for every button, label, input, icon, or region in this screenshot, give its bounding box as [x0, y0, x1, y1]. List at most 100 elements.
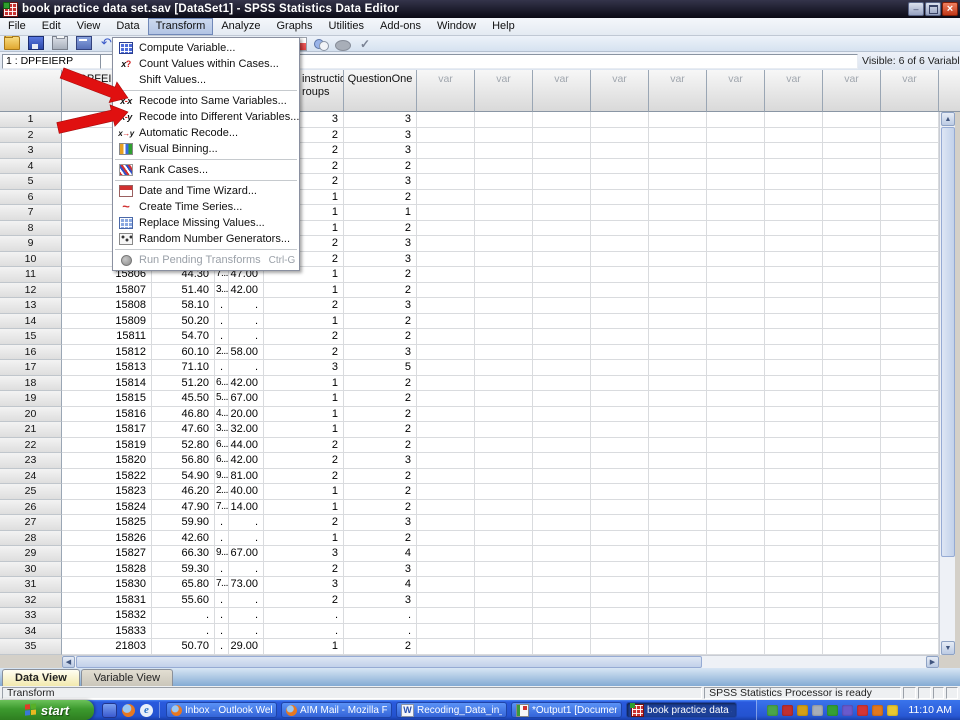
grid-cell[interactable]	[707, 515, 765, 531]
menu-item-recode-into-different-variables[interactable]: x-yRecode into Different Variables...	[113, 109, 299, 125]
grid-cell[interactable]: 1	[264, 376, 344, 392]
grid-cell[interactable]	[475, 283, 533, 299]
grid-cell[interactable]: 15832	[62, 608, 152, 624]
grid-cell[interactable]	[649, 298, 707, 314]
grid-cell[interactable]	[591, 577, 649, 593]
grid-cell[interactable]: 59.30	[152, 562, 215, 578]
grid-cell[interactable]	[881, 531, 939, 547]
grid-cell[interactable]	[649, 174, 707, 190]
grid-cell[interactable]: .	[215, 531, 229, 547]
grid-cell[interactable]	[533, 546, 591, 562]
grid-cell[interactable]	[881, 174, 939, 190]
row-number-cell[interactable]: 23	[0, 453, 62, 469]
grid-cell[interactable]	[765, 422, 823, 438]
grid-cell[interactable]	[707, 329, 765, 345]
grid-cell[interactable]	[649, 562, 707, 578]
grid-cell[interactable]	[591, 128, 649, 144]
grid-cell[interactable]	[417, 128, 475, 144]
grid-cell[interactable]: .	[229, 531, 264, 547]
grid-cell[interactable]: 2...	[215, 345, 229, 361]
grid-cell[interactable]	[881, 252, 939, 268]
grid-cell[interactable]	[475, 128, 533, 144]
grid-cell[interactable]: .	[229, 329, 264, 345]
grid-cell[interactable]	[881, 267, 939, 283]
grid-cell[interactable]	[649, 422, 707, 438]
grid-cell[interactable]	[881, 608, 939, 624]
grid-cell[interactable]	[591, 438, 649, 454]
grid-cell[interactable]: 15807	[62, 283, 152, 299]
grid-cell[interactable]	[417, 329, 475, 345]
grid-cell[interactable]	[475, 252, 533, 268]
grid-cell[interactable]: 15819	[62, 438, 152, 454]
grid-cell[interactable]	[765, 314, 823, 330]
menu-item-recode-into-same-variables[interactable]: x-xRecode into Same Variables...	[113, 93, 299, 109]
tray-icon-5[interactable]	[827, 705, 838, 716]
menu-item-create-time-series[interactable]: ~Create Time Series...	[113, 199, 299, 215]
row-number-cell[interactable]: 33	[0, 608, 62, 624]
grid-cell[interactable]	[765, 376, 823, 392]
grid-cell[interactable]	[649, 128, 707, 144]
grid-cell[interactable]: 42.00	[229, 376, 264, 392]
close-button[interactable]: ×	[942, 2, 958, 16]
grid-cell[interactable]	[591, 376, 649, 392]
grid-cell[interactable]: 3	[344, 128, 417, 144]
grid-cell[interactable]: 15822	[62, 469, 152, 485]
grid-cell[interactable]: 3	[344, 515, 417, 531]
grid-cell[interactable]	[823, 329, 881, 345]
grid-cell[interactable]	[823, 236, 881, 252]
grid-cell[interactable]: 67.00	[229, 391, 264, 407]
grid-cell[interactable]: 6...	[215, 453, 229, 469]
grid-cell[interactable]: 5...	[215, 391, 229, 407]
grid-cell[interactable]	[417, 252, 475, 268]
grid-cell[interactable]	[823, 143, 881, 159]
grid-cell[interactable]: 15827	[62, 546, 152, 562]
grid-cell[interactable]	[417, 298, 475, 314]
grid-cell[interactable]	[533, 143, 591, 159]
grid-cell[interactable]	[823, 391, 881, 407]
grid-cell[interactable]: 3	[264, 360, 344, 376]
scroll-left-arrow-icon[interactable]: ◀	[62, 656, 75, 668]
grid-cell[interactable]	[475, 562, 533, 578]
grid-cell[interactable]	[765, 205, 823, 221]
grid-cell[interactable]	[417, 577, 475, 593]
grid-cell[interactable]: 2	[264, 329, 344, 345]
grid-cell[interactable]: 2	[344, 314, 417, 330]
grid-cell[interactable]: 2	[344, 422, 417, 438]
grid-cell[interactable]	[765, 593, 823, 609]
grid-cell[interactable]	[591, 407, 649, 423]
grid-cell[interactable]	[475, 221, 533, 237]
grid-cell[interactable]	[881, 112, 939, 128]
grid-cell[interactable]	[765, 329, 823, 345]
grid-cell[interactable]	[533, 531, 591, 547]
grid-cell[interactable]	[533, 190, 591, 206]
row-number-cell[interactable]: 4	[0, 159, 62, 175]
grid-cell[interactable]	[475, 484, 533, 500]
grid-cell[interactable]	[591, 515, 649, 531]
grid-cell[interactable]: .	[215, 515, 229, 531]
grid-cell[interactable]	[765, 236, 823, 252]
grid-cell[interactable]: 15808	[62, 298, 152, 314]
grid-cell[interactable]: .	[229, 562, 264, 578]
grid-cell[interactable]	[475, 267, 533, 283]
grid-cell[interactable]: .	[215, 624, 229, 640]
menu-help[interactable]: Help	[484, 18, 523, 35]
grid-cell[interactable]	[707, 438, 765, 454]
grid-cell[interactable]	[707, 112, 765, 128]
grid-cell[interactable]	[649, 143, 707, 159]
grid-cell[interactable]	[591, 624, 649, 640]
grid-cell[interactable]: 1	[264, 484, 344, 500]
menu-add-ons[interactable]: Add-ons	[372, 18, 429, 35]
grid-cell[interactable]	[591, 205, 649, 221]
grid-cell[interactable]	[707, 407, 765, 423]
grid-cell[interactable]: 45.50	[152, 391, 215, 407]
grid-cell[interactable]	[823, 438, 881, 454]
grid-cell[interactable]: .	[215, 329, 229, 345]
grid-cell[interactable]: .	[215, 298, 229, 314]
grid-cell[interactable]	[707, 531, 765, 547]
grid-cell[interactable]: .	[229, 624, 264, 640]
row-number-cell[interactable]: 2	[0, 128, 62, 144]
row-number-cell[interactable]: 22	[0, 438, 62, 454]
grid-cell[interactable]: 71.10	[152, 360, 215, 376]
grid-cell[interactable]: 66.30	[152, 546, 215, 562]
grid-cell[interactable]: 65.80	[152, 577, 215, 593]
